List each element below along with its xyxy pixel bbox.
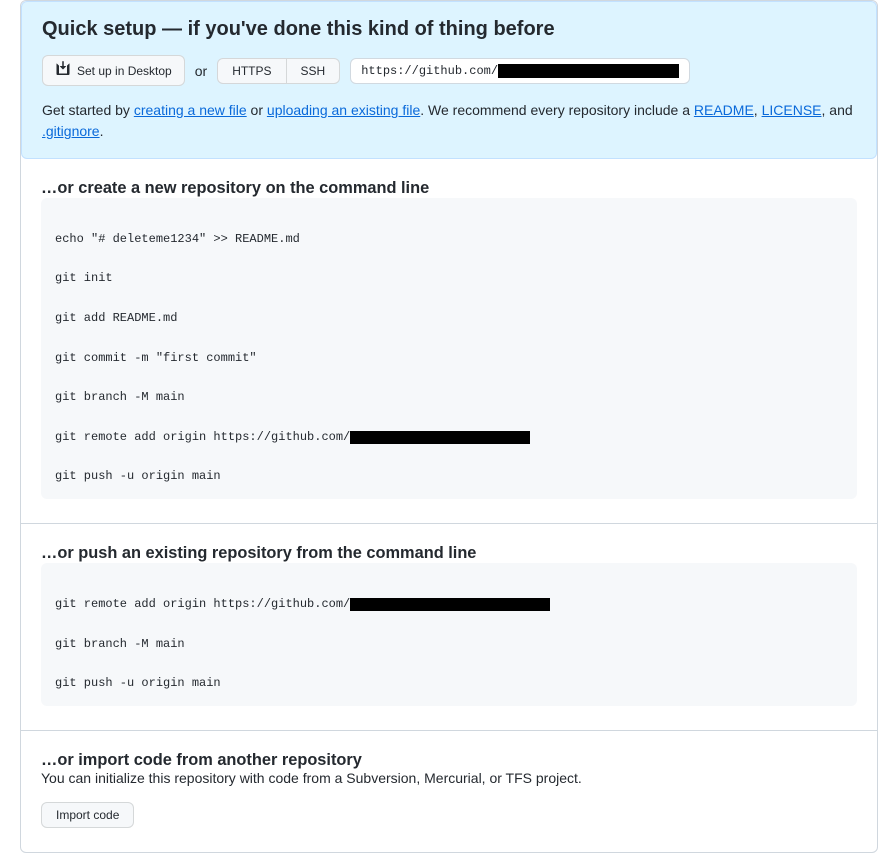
upload-file-link[interactable]: uploading an existing file (267, 102, 420, 118)
clone-url-input[interactable]: https://github.com/ (350, 58, 690, 84)
push-repo-section: …or push an existing repository from the… (21, 523, 877, 730)
redacted-remote-url-2 (350, 598, 550, 611)
or-separator: or (195, 63, 207, 79)
create-repo-code[interactable]: echo "# deleteme1234" >> README.md git i… (41, 198, 857, 499)
redacted-repo-path (498, 64, 679, 78)
setup-controls-row: Set up in Desktop or HTTPS SSH https://g… (42, 55, 856, 86)
import-code-section: …or import code from another repository … (21, 730, 877, 852)
create-new-file-link[interactable]: creating a new file (134, 102, 247, 118)
quick-setup-help-text: Get started by creating a new file or up… (42, 100, 856, 142)
push-repo-title: …or push an existing repository from the… (41, 544, 857, 563)
create-repo-section: …or create a new repository on the comma… (21, 159, 877, 523)
import-code-button[interactable]: Import code (41, 802, 134, 828)
desktop-download-icon (55, 61, 71, 80)
quick-setup-title: Quick setup — if you've done this kind o… (42, 18, 856, 41)
gitignore-link[interactable]: .gitignore (42, 123, 100, 139)
redacted-remote-url (350, 431, 530, 444)
protocol-toggle: HTTPS SSH (217, 58, 340, 84)
quick-setup-panel: Quick setup — if you've done this kind o… (21, 1, 877, 159)
import-code-title: …or import code from another repository (41, 751, 857, 770)
clone-url-prefix: https://github.com/ (361, 64, 498, 78)
push-repo-code[interactable]: git remote add origin https://github.com… (41, 563, 857, 706)
setup-desktop-label: Set up in Desktop (77, 64, 172, 78)
create-repo-title: …or create a new repository on the comma… (41, 179, 857, 198)
readme-link[interactable]: README (694, 102, 754, 118)
https-button[interactable]: HTTPS (217, 58, 285, 84)
import-code-description: You can initialize this repository with … (41, 770, 857, 786)
license-link[interactable]: LICENSE (762, 102, 822, 118)
setup-in-desktop-button[interactable]: Set up in Desktop (42, 55, 185, 86)
ssh-button[interactable]: SSH (286, 58, 341, 84)
